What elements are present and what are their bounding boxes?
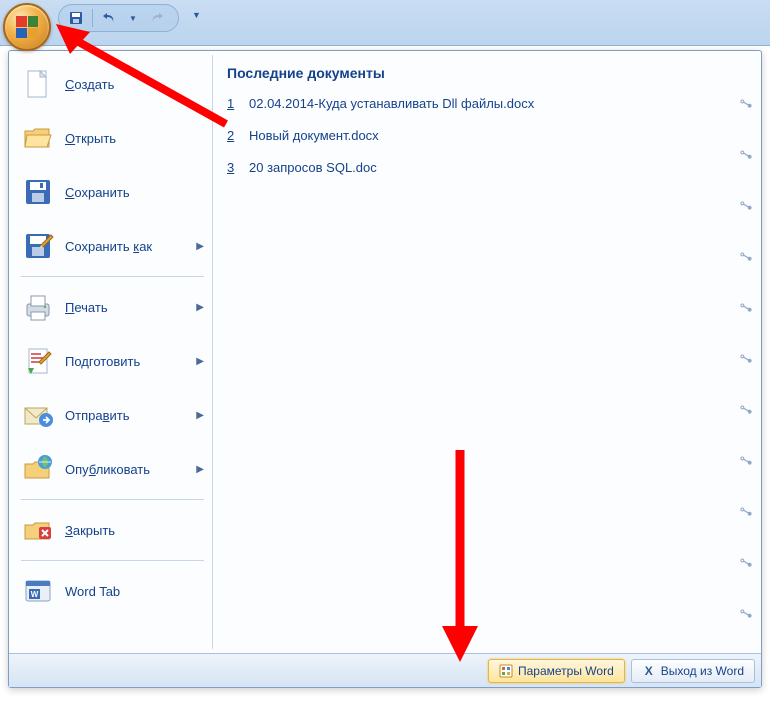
print-icon	[21, 290, 55, 324]
menu-item-open[interactable]: Открыть	[15, 111, 210, 165]
qat-customize-dropdown[interactable]: ▼	[192, 10, 201, 20]
menu-item-word-tab[interactable]: W Word Tab	[15, 564, 210, 618]
menu-item-save-as[interactable]: Сохранить как ▶	[15, 219, 210, 273]
office-button[interactable]	[3, 3, 51, 51]
recent-num: 2	[227, 128, 239, 143]
publish-icon	[21, 452, 55, 486]
pin-column: ⊶ ⊶ ⊶ ⊶ ⊶ ⊶ ⊶ ⊶ ⊶ ⊶ ⊶	[739, 95, 753, 622]
menu-body: Создать Открыть Сохранить Сохранить как	[9, 51, 761, 653]
word-options-button[interactable]: Параметры Word	[488, 659, 625, 683]
pin-icon[interactable]: ⊶	[736, 552, 757, 574]
menu-label: Отправить	[65, 408, 129, 423]
recent-num: 3	[227, 160, 239, 175]
qat-undo-button[interactable]	[98, 7, 120, 29]
quick-access-toolbar: ▼	[58, 4, 179, 32]
recent-document-item[interactable]: 3 20 запросов SQL.doc	[227, 153, 749, 181]
menu-label: Закрыть	[65, 523, 115, 538]
recent-name: Новый документ.docx	[249, 128, 749, 143]
office-menu-panel: Создать Открыть Сохранить Сохранить как	[8, 50, 762, 688]
submenu-arrow-icon: ▶	[196, 410, 204, 421]
open-folder-icon	[21, 121, 55, 155]
menu-item-publish[interactable]: Опубликовать ▶	[15, 442, 210, 496]
pin-icon[interactable]: ⊶	[736, 195, 757, 217]
menu-label: Печать	[65, 300, 108, 315]
close-icon	[21, 513, 55, 547]
recent-document-item[interactable]: 2 Новый документ.docx	[227, 121, 749, 149]
pin-icon[interactable]: ⊶	[736, 93, 757, 115]
prepare-icon	[21, 344, 55, 378]
recent-num: 1	[227, 96, 239, 111]
pin-icon[interactable]: ⊶	[736, 501, 757, 523]
menu-footer: Параметры Word X Выход из Word	[9, 653, 761, 687]
qat-undo-dropdown[interactable]: ▼	[122, 7, 144, 29]
pin-icon[interactable]: ⊶	[736, 603, 757, 625]
submenu-arrow-icon: ▶	[196, 241, 204, 252]
recent-documents-list: 1 02.04.2014-Куда устанавливать Dll файл…	[227, 89, 749, 181]
options-icon	[499, 664, 513, 678]
close-x-icon: X	[642, 664, 656, 678]
save-icon	[21, 175, 55, 209]
word-tab-icon: W	[21, 574, 55, 608]
menu-label: Опубликовать	[65, 462, 150, 477]
menu-item-send[interactable]: Отправить ▶	[15, 388, 210, 442]
office-logo-icon	[16, 16, 38, 38]
qat-redo-button[interactable]	[146, 7, 168, 29]
menu-separator	[21, 276, 204, 277]
menu-label: Сохранить	[65, 185, 130, 200]
menu-item-prepare[interactable]: Подготовить ▶	[15, 334, 210, 388]
save-as-icon	[21, 229, 55, 263]
submenu-arrow-icon: ▶	[196, 464, 204, 475]
recent-name: 02.04.2014-Куда устанавливать Dll файлы.…	[249, 96, 749, 111]
submenu-arrow-icon: ▶	[196, 356, 204, 367]
menu-left-column: Создать Открыть Сохранить Сохранить как	[13, 55, 213, 649]
menu-label: Создать	[65, 77, 114, 92]
menu-item-close[interactable]: Закрыть	[15, 503, 210, 557]
new-document-icon	[21, 67, 55, 101]
exit-word-button[interactable]: X Выход из Word	[631, 659, 755, 683]
menu-separator	[21, 560, 204, 561]
pin-icon[interactable]: ⊶	[736, 297, 757, 319]
submenu-arrow-icon: ▶	[196, 302, 204, 313]
title-bar: ▼ ▼	[0, 0, 770, 46]
pin-icon[interactable]: ⊶	[736, 348, 757, 370]
recent-documents-panel: Последние документы 1 02.04.2014-Куда ус…	[213, 55, 757, 649]
qat-save-button[interactable]	[65, 7, 87, 29]
menu-item-new[interactable]: Создать	[15, 57, 210, 111]
menu-label: Сохранить как	[65, 239, 152, 254]
send-icon	[21, 398, 55, 432]
menu-separator	[21, 499, 204, 500]
pin-icon[interactable]: ⊶	[736, 144, 757, 166]
pin-icon[interactable]: ⊶	[736, 450, 757, 472]
button-label: Параметры Word	[518, 664, 614, 678]
menu-label: Подготовить	[65, 354, 140, 369]
menu-item-print[interactable]: Печать ▶	[15, 280, 210, 334]
recent-document-item[interactable]: 1 02.04.2014-Куда устанавливать Dll файл…	[227, 89, 749, 117]
button-label: Выход из Word	[661, 664, 744, 678]
menu-label: Открыть	[65, 131, 116, 146]
menu-item-save[interactable]: Сохранить	[15, 165, 210, 219]
recent-documents-title: Последние документы	[227, 61, 749, 89]
pin-icon[interactable]: ⊶	[736, 399, 757, 421]
recent-name: 20 запросов SQL.doc	[249, 160, 749, 175]
menu-label: Word Tab	[65, 584, 120, 599]
qat-separator	[92, 9, 93, 27]
svg-text:W: W	[31, 590, 39, 599]
pin-icon[interactable]: ⊶	[736, 246, 757, 268]
